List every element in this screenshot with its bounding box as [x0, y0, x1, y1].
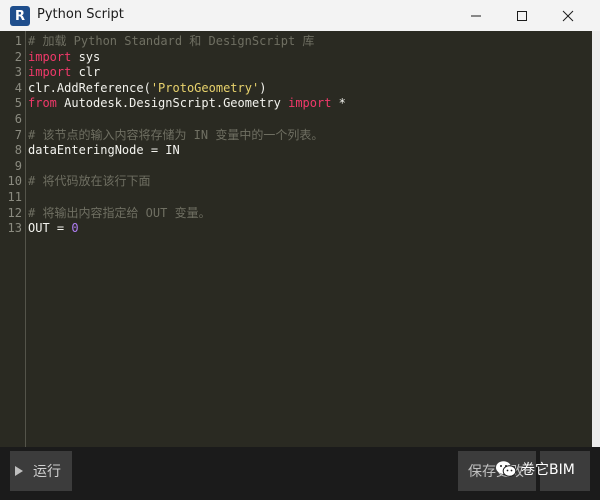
code-token: dataEnteringNode = IN [28, 143, 180, 158]
line-number-gutter: 1 2 3 4 5 6 7 8 9 10 11 12 13 [0, 31, 25, 447]
code-line[interactable]: from Autodesk.DesignScript.Geometry impo… [28, 95, 346, 111]
code-line[interactable]: dataEnteringNode = IN [28, 142, 180, 158]
minimize-icon [471, 15, 481, 17]
code-token: 0 [71, 221, 79, 236]
bottom-toolbar: 运行 保存更改 卷它BIM [0, 447, 600, 500]
code-token: Autodesk.DesignScript.Geometry [56, 96, 289, 111]
code-token: # 该节点的输入内容将存储为 IN 变量中的一个列表。 [28, 127, 324, 142]
line-number: 2 [14, 49, 22, 64]
minimize-button[interactable] [453, 0, 499, 32]
code-token: OUT = [28, 221, 72, 236]
code-token: 'ProtoGeometry' [150, 80, 260, 95]
line-number: 13 [7, 221, 22, 236]
code-token: ) [259, 80, 267, 95]
code-token: import [288, 96, 332, 111]
maximize-icon [517, 11, 527, 21]
vertical-scrollbar[interactable] [592, 31, 600, 447]
line-number: 5 [14, 96, 22, 111]
run-button-label: 运行 [33, 464, 61, 480]
line-number: 7 [14, 127, 22, 142]
code-token: clr [71, 65, 101, 80]
code-line[interactable]: clr.AddReference('ProtoGeometry') [28, 80, 266, 96]
gutter-divider [25, 31, 26, 447]
line-number: 10 [7, 174, 22, 189]
wechat-logo-icon [496, 461, 517, 477]
code-token: import [28, 49, 72, 64]
play-icon [15, 466, 23, 476]
code-token: # 将代码放在该行下面 [28, 174, 151, 189]
window-title: Python Script [37, 7, 124, 22]
code-line[interactable]: # 该节点的输入内容将存储为 IN 变量中的一个列表。 [28, 127, 323, 143]
code-line[interactable]: import sys [28, 49, 100, 65]
watermark-text: 卷它BIM [521, 462, 575, 478]
close-button[interactable] [545, 0, 591, 32]
run-button[interactable]: 运行 [10, 451, 72, 491]
line-number: 9 [14, 158, 22, 173]
code-line[interactable]: import clr [28, 64, 100, 80]
line-number: 11 [7, 190, 22, 204]
line-number: 6 [14, 112, 22, 126]
app-icon-letter: R [14, 8, 25, 24]
code-line[interactable]: # 将输出内容指定给 OUT 变量。 [28, 205, 211, 221]
line-number: 8 [14, 143, 22, 158]
code-editor[interactable]: 1 2 3 4 5 6 7 8 9 10 11 12 13 # 加载 Python Standard 和… [0, 31, 592, 447]
revit-logo-icon: R [10, 6, 30, 26]
code-line[interactable]: OUT = 0 [28, 220, 79, 236]
code-token: # 将输出内容指定给 OUT 变量。 [28, 205, 211, 220]
title-bar[interactable]: R Python Script [0, 0, 600, 32]
line-number: 3 [14, 65, 22, 80]
code-token: from [28, 96, 57, 111]
close-icon [562, 10, 574, 22]
maximize-button[interactable] [499, 0, 545, 32]
watermark: 卷它BIM [495, 459, 575, 479]
line-number: 12 [7, 205, 22, 220]
code-line[interactable]: # 将代码放在该行下面 [28, 173, 150, 189]
line-number: 1 [14, 34, 22, 48]
line-number: 4 [14, 80, 22, 95]
code-line[interactable]: # 加载 Python Standard 和 DesignScript 库 [28, 33, 314, 49]
code-token: sys [71, 49, 101, 64]
python-script-window: R Python Script 1 2 3 4 5 6 7 8 9 10 11 12 13 # 加载 P… [0, 0, 600, 500]
code-token: * [331, 96, 346, 111]
code-token: import [28, 65, 72, 80]
code-token: # 加载 Python Standard 和 DesignScript 库 [28, 34, 315, 48]
code-token: clr.AddReference( [28, 80, 151, 95]
